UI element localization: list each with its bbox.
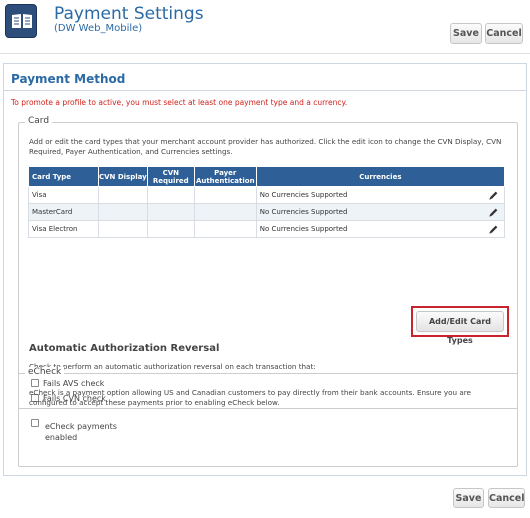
add-edit-highlight: Add/Edit Card Types [411,306,509,345]
col-cvn-display: CVN Display [97,166,148,187]
card-fieldset: Card Add or edit the card types that you… [18,116,518,409]
card-types-table: Card Type CVN Display CVN Required Payer… [28,166,506,238]
currencies-cell: No Currencies Supported [255,186,506,204]
echeck-enable-checkbox[interactable] [31,419,39,427]
panel-divider [4,90,526,91]
echeck-description: eCheck is a payment option allowing US a… [29,388,471,407]
payer-auth-cell [193,203,257,221]
save-button-label: Save [453,28,479,39]
settings-book-icon [5,4,37,38]
payer-auth-cell [193,186,257,204]
cvn-required-cell [146,186,195,204]
footer-save-button[interactable]: Save [453,488,484,508]
currencies-cell: No Currencies Supported [255,220,506,238]
promote-warning: To promote a profile to active, you must… [11,98,348,107]
table-row: Visa Electron No Currencies Supported [28,220,506,238]
cancel-button-label: Cancel [486,28,522,39]
pencil-edit-icon[interactable] [488,190,499,201]
col-card-type: Card Type [28,166,99,187]
currencies-text: No Currencies Supported [259,225,348,233]
page-subtitle: (DW Web_Mobile) [54,23,143,34]
card-type-cell: Visa Electron [28,220,99,238]
reversal-description: Check to perform an automatic authorizat… [29,362,316,371]
cvn-display-cell [97,203,148,221]
reversal-title: Automatic Authorization Reversal [29,343,220,354]
footer-cancel-button[interactable]: Cancel [488,488,525,508]
pencil-edit-icon[interactable] [488,224,499,235]
currencies-text: No Currencies Supported [259,191,348,199]
add-edit-card-types-button[interactable]: Add/Edit Card Types [416,311,504,345]
card-description: Add or edit the card types that your mer… [29,137,502,156]
echeck-legend: eCheck [25,367,65,377]
pencil-edit-icon[interactable] [488,207,499,218]
page-header: Payment Settings (DW Web_Mobile) Save Ca… [0,0,530,54]
currencies-cell: No Currencies Supported [255,203,506,221]
payment-method-panel: Payment Method To promote a profile to a… [3,63,527,476]
footer-save-label: Save [455,493,482,504]
cancel-button[interactable]: Cancel [485,23,523,44]
panel-title: Payment Method [11,72,126,86]
col-payer-auth: Payer Authentication [193,166,257,187]
cvn-display-cell [97,186,148,204]
echeck-fieldset: eCheck eCheck is a payment option allowi… [18,367,518,467]
table-row: Visa No Currencies Supported [28,186,506,204]
cvn-display-cell [97,220,148,238]
card-type-cell: MasterCard [28,203,99,221]
footer-cancel-label: Cancel [489,493,525,504]
payer-auth-cell [193,220,257,238]
save-button[interactable]: Save [450,23,482,44]
echeck-enable-label: eCheck payments enabled [45,422,117,442]
currencies-text: No Currencies Supported [259,208,348,216]
card-type-cell: Visa [28,186,99,204]
card-legend: Card [25,116,53,126]
cvn-required-cell [146,203,195,221]
table-row: MasterCard No Currencies Supported [28,203,506,221]
col-cvn-required: CVN Required [146,166,195,187]
page-title: Payment Settings [54,4,204,24]
cvn-required-cell [146,220,195,238]
col-currencies: Currencies [255,166,506,187]
